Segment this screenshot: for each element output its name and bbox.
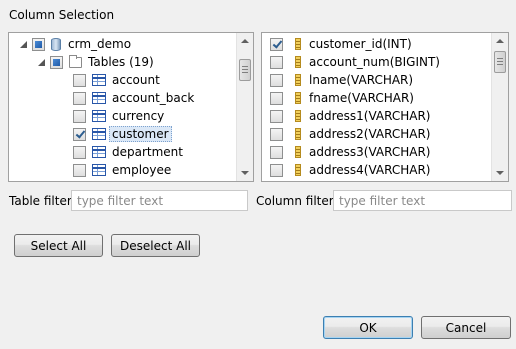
tree-node-table[interactable]: account_back — [73, 89, 194, 107]
table-icon — [92, 146, 106, 158]
column-list-item[interactable]: fname(VARCHAR) — [270, 89, 414, 107]
column-checkbox[interactable] — [270, 91, 283, 105]
tree-node-table[interactable]: department — [73, 143, 183, 161]
tables-tree-panel[interactable]: crm_demo Tables (19) account account_back… — [8, 32, 254, 182]
table-icon — [92, 110, 106, 122]
expand-arrow-icon[interactable] — [19, 40, 28, 49]
select-all-button[interactable]: Select All — [14, 234, 103, 257]
tree-node-database[interactable]: crm_demo — [19, 35, 131, 53]
column-label: address4(VARCHAR) — [309, 163, 431, 177]
tree-node-table[interactable]: employee — [73, 161, 171, 179]
column-icon — [295, 146, 301, 158]
table-checkbox[interactable] — [73, 127, 86, 141]
table-filter-label: Table filter: — [9, 194, 76, 208]
column-list-item[interactable]: lname(VARCHAR) — [270, 71, 413, 89]
column-checkbox[interactable] — [270, 55, 283, 69]
column-label: address3(VARCHAR) — [309, 145, 431, 159]
table-checkbox[interactable] — [73, 163, 86, 177]
scroll-down-arrow-icon[interactable] — [237, 165, 253, 181]
column-list-item[interactable]: customer_id(INT) — [270, 35, 412, 53]
expand-arrow-icon[interactable] — [37, 58, 46, 67]
column-icon — [295, 164, 301, 176]
column-filter-input[interactable] — [333, 190, 512, 211]
table-icon — [92, 164, 106, 176]
database-icon — [51, 37, 61, 51]
column-icon — [295, 56, 301, 68]
table-checkbox[interactable] — [73, 109, 86, 123]
column-checkbox[interactable] — [270, 145, 283, 159]
column-list-item[interactable]: address4(VARCHAR) — [270, 161, 430, 179]
table-icon — [92, 74, 106, 86]
scroll-up-arrow-icon[interactable] — [237, 33, 253, 49]
column-icon — [295, 92, 301, 104]
scroll-thumb[interactable] — [239, 59, 251, 81]
table-label: account_back — [112, 91, 195, 105]
table-label: currency — [112, 109, 165, 123]
column-icon — [295, 128, 301, 140]
column-list-item[interactable]: account_num(BIGINT) — [270, 53, 440, 71]
column-icon — [295, 110, 301, 122]
table-filter-input[interactable] — [71, 190, 248, 211]
column-label: address1(VARCHAR) — [309, 109, 431, 123]
database-label: crm_demo — [68, 37, 132, 51]
column-icon — [295, 38, 301, 50]
dialog-title: Column Selection — [9, 8, 115, 22]
columns-scrollbar[interactable] — [491, 33, 508, 181]
column-icon — [295, 74, 301, 86]
column-list-item[interactable]: address3(VARCHAR) — [270, 143, 430, 161]
tables-group-label: Tables (19) — [88, 55, 154, 69]
column-checkbox[interactable] — [270, 163, 283, 177]
tree-node-table[interactable]: customer — [73, 125, 172, 143]
column-list-item[interactable]: address1(VARCHAR) — [270, 107, 430, 125]
column-label: fname(VARCHAR) — [309, 91, 414, 105]
column-label: lname(VARCHAR) — [309, 73, 414, 87]
column-checkbox[interactable] — [270, 37, 283, 51]
tree-node-tables-group[interactable]: Tables (19) — [37, 53, 154, 71]
ok-button[interactable]: OK — [323, 316, 413, 339]
columns-list-panel[interactable]: customer_id(INT) account_num(BIGINT)lname… — [261, 32, 509, 182]
table-label: employee — [112, 163, 172, 177]
table-label: department — [112, 145, 183, 159]
table-checkbox[interactable] — [73, 145, 86, 159]
tree-node-table[interactable]: account — [73, 71, 160, 89]
tree-node-table[interactable]: currency — [73, 107, 164, 125]
column-label: customer_id(INT) — [309, 37, 412, 51]
table-icon — [92, 92, 106, 104]
column-label: account_num(BIGINT) — [309, 55, 440, 69]
deselect-all-button[interactable]: Deselect All — [111, 234, 200, 257]
scroll-down-arrow-icon[interactable] — [492, 165, 508, 181]
tables-scrollbar[interactable] — [236, 33, 253, 181]
column-label: address2(VARCHAR) — [309, 127, 431, 141]
scroll-thumb[interactable] — [494, 51, 506, 73]
table-icon — [92, 128, 106, 140]
database-checkbox[interactable] — [32, 37, 45, 51]
column-checkbox[interactable] — [270, 73, 283, 87]
table-checkbox[interactable] — [73, 91, 86, 105]
column-filter-label: Column filter: — [256, 194, 338, 208]
column-checkbox[interactable] — [270, 127, 283, 141]
column-checkbox[interactable] — [270, 109, 283, 123]
column-list-item[interactable]: address2(VARCHAR) — [270, 125, 430, 143]
table-label: customer — [109, 126, 172, 142]
table-checkbox[interactable] — [73, 73, 86, 87]
tables-group-checkbox[interactable] — [50, 55, 63, 69]
scroll-up-arrow-icon[interactable] — [492, 33, 508, 49]
cancel-button[interactable]: Cancel — [421, 316, 511, 339]
folder-icon — [69, 54, 82, 68]
table-label: account — [112, 73, 160, 87]
